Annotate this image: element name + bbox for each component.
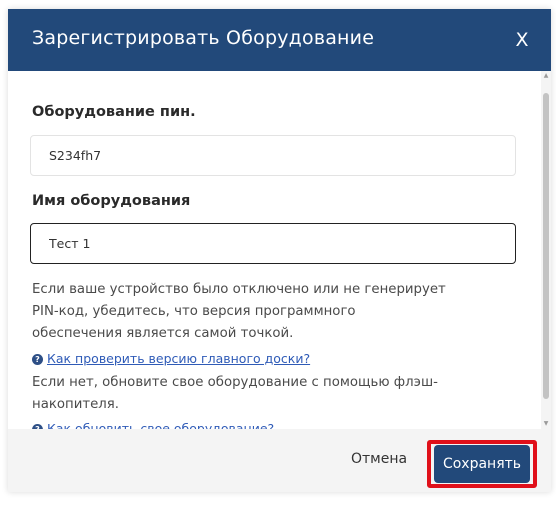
scroll-down-arrow-icon[interactable]: ▼ <box>541 419 551 429</box>
pin-label: Оборудование пин. <box>32 104 196 120</box>
help-row-check-version: ? Как проверить версию главного доски? <box>32 351 310 366</box>
dialog-footer: Отмена Сохранять <box>8 429 551 492</box>
check-version-link[interactable]: Как проверить версию главного доски? <box>47 351 310 366</box>
update-equipment-link[interactable]: Как обновить свое оборудование? <box>47 421 274 429</box>
equipment-name-input[interactable] <box>30 223 516 264</box>
info-text-line-3: обеспечения является самой точкой. <box>32 326 294 341</box>
scrollbar-thumb[interactable] <box>543 93 549 399</box>
info-text-line-2: PIN-код, убедитесь, что версия программн… <box>32 304 356 319</box>
dialog-header: Зарегистрировать Оборудование X <box>8 9 551 71</box>
close-icon: X <box>515 29 529 51</box>
pin-input[interactable] <box>30 135 516 176</box>
info-text-line-1: Если ваше устройство было отключено или … <box>32 282 446 297</box>
help-row-update-equipment: ?Как обновить свое оборудование? <box>32 421 274 429</box>
equipment-name-label: Имя оборудования <box>32 193 191 209</box>
question-circle-icon: ? <box>32 354 43 365</box>
info-text-line-4: Если нет, обновите свое оборудование с п… <box>32 375 438 390</box>
scroll-up-arrow-icon[interactable]: ▲ <box>541 71 551 81</box>
register-equipment-dialog: Зарегистрировать Оборудование X Оборудов… <box>8 9 551 492</box>
cancel-button[interactable]: Отмена <box>351 451 407 467</box>
vertical-scrollbar[interactable]: ▲ ▼ <box>541 71 551 429</box>
close-button[interactable]: X <box>507 23 537 57</box>
dialog-body: Оборудование пин. Имя оборудования Если … <box>8 71 551 429</box>
dialog-title: Зарегистрировать Оборудование <box>32 27 375 49</box>
info-text-line-5: накопителя. <box>32 397 119 412</box>
save-button[interactable]: Сохранять <box>434 445 530 483</box>
